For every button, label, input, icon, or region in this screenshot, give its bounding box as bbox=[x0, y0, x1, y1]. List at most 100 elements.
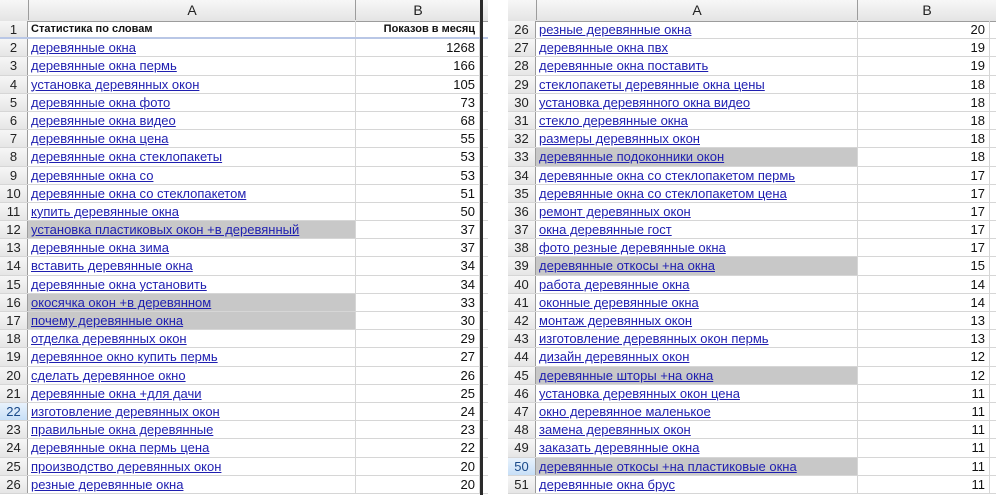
keyword-link[interactable]: деревянные окна со стеклопакетом bbox=[31, 186, 246, 201]
row-number[interactable]: 49 bbox=[508, 439, 536, 457]
keyword-cell[interactable]: оконные деревянные окна bbox=[536, 293, 858, 311]
keyword-link[interactable]: деревянные окна зима bbox=[31, 240, 169, 255]
keyword-link[interactable]: размеры деревянных окон bbox=[539, 131, 700, 146]
keyword-cell[interactable]: окно деревянное маленькое bbox=[536, 402, 858, 421]
impressions-cell[interactable]: 14 bbox=[858, 293, 990, 311]
row-number[interactable]: 35 bbox=[508, 184, 536, 202]
impressions-cell[interactable]: 18 bbox=[858, 148, 990, 166]
keyword-link[interactable]: деревянные шторы +на окна bbox=[539, 368, 713, 383]
keyword-cell[interactable]: правильные окна деревянные bbox=[28, 421, 356, 439]
impressions-cell[interactable]: 19 bbox=[858, 57, 990, 75]
keyword-link[interactable]: окна деревянные гост bbox=[539, 222, 672, 237]
impressions-cell[interactable]: 17 bbox=[858, 202, 990, 221]
keyword-link[interactable]: резные деревянные окна bbox=[539, 22, 691, 37]
keyword-link[interactable]: изготовление деревянных окон пермь bbox=[539, 331, 769, 346]
row-number[interactable]: 17 bbox=[0, 312, 28, 330]
impressions-cell[interactable]: 27 bbox=[356, 348, 480, 366]
keyword-link[interactable]: ремонт деревянных окон bbox=[539, 204, 691, 219]
row-number[interactable]: 27 bbox=[508, 39, 536, 57]
keyword-cell[interactable]: замена деревянных окон bbox=[536, 421, 858, 439]
keyword-link[interactable]: замена деревянных окон bbox=[539, 422, 691, 437]
keyword-cell[interactable]: деревянные окна пермь цена bbox=[28, 439, 356, 457]
keyword-link[interactable]: деревянные окна фото bbox=[31, 95, 170, 110]
impressions-cell[interactable]: 22 bbox=[356, 439, 480, 457]
row-number[interactable]: 36 bbox=[508, 202, 536, 221]
row-number[interactable]: 38 bbox=[508, 239, 536, 257]
select-all-corner[interactable] bbox=[508, 0, 537, 20]
keyword-cell[interactable]: резные деревянные окна bbox=[536, 21, 858, 39]
impressions-cell[interactable]: 55 bbox=[356, 130, 480, 148]
keyword-cell[interactable]: монтаж деревянных окон bbox=[536, 312, 858, 330]
row-number[interactable]: 37 bbox=[508, 221, 536, 239]
keyword-cell[interactable]: производство деревянных окон bbox=[28, 457, 356, 475]
keyword-cell[interactable]: деревянные окна пвх bbox=[536, 39, 858, 57]
keyword-cell[interactable]: отделка деревянных окон bbox=[28, 330, 356, 348]
keyword-cell[interactable]: купить деревянные окна bbox=[28, 202, 356, 221]
row-number[interactable]: 10 bbox=[0, 184, 28, 202]
keyword-cell[interactable]: сделать деревянное окно bbox=[28, 366, 356, 384]
row-number[interactable]: 16 bbox=[0, 293, 28, 311]
keyword-cell[interactable]: резные деревянные окна bbox=[28, 475, 356, 493]
keyword-link[interactable]: оконные деревянные окна bbox=[539, 295, 699, 310]
impressions-cell[interactable]: 17 bbox=[858, 166, 990, 184]
keyword-link[interactable]: деревянные окна со стеклопакетом пермь bbox=[539, 168, 795, 183]
keyword-cell[interactable]: установка пластиковых окон +в деревянный bbox=[28, 221, 356, 239]
row-number[interactable]: 9 bbox=[0, 166, 28, 184]
keyword-cell[interactable]: деревянные окна зима bbox=[28, 239, 356, 257]
row-number[interactable]: 47 bbox=[508, 402, 536, 421]
keyword-link[interactable]: деревянные окна цена bbox=[31, 131, 169, 146]
row-number[interactable]: 33 bbox=[508, 148, 536, 166]
keyword-link[interactable]: производство деревянных окон bbox=[31, 459, 221, 474]
impressions-cell[interactable]: 17 bbox=[858, 221, 990, 239]
keyword-cell[interactable]: деревянные окна цена bbox=[28, 130, 356, 148]
impressions-cell[interactable]: 34 bbox=[356, 257, 480, 275]
impressions-cell[interactable]: 50 bbox=[356, 202, 480, 221]
keyword-cell[interactable]: деревянные окна поставить bbox=[536, 57, 858, 75]
keyword-link[interactable]: деревянные окна брус bbox=[539, 477, 675, 492]
keyword-link[interactable]: деревянные окна стеклопакеты bbox=[31, 149, 222, 164]
keyword-link[interactable]: деревянные окна поставить bbox=[539, 58, 708, 73]
row-number[interactable]: 48 bbox=[508, 421, 536, 439]
keyword-cell[interactable]: деревянные подоконники окон bbox=[536, 148, 858, 166]
impressions-cell[interactable]: 11 bbox=[858, 475, 990, 493]
keyword-link[interactable]: установка деревянных окон bbox=[31, 77, 199, 92]
keyword-cell[interactable]: ремонт деревянных окон bbox=[536, 202, 858, 221]
keyword-link[interactable]: деревянные окна видео bbox=[31, 113, 176, 128]
keyword-link[interactable]: монтаж деревянных окон bbox=[539, 313, 692, 328]
impressions-cell[interactable]: 11 bbox=[858, 439, 990, 457]
header-cell-keywords[interactable]: Статистика по словам bbox=[28, 21, 356, 38]
row-number[interactable]: 20 bbox=[0, 366, 28, 384]
column-header-b[interactable]: B bbox=[356, 0, 481, 20]
row-number[interactable]: 40 bbox=[508, 275, 536, 293]
keyword-cell[interactable]: деревянные окна видео bbox=[28, 111, 356, 130]
keyword-cell[interactable]: изготовление деревянных окон bbox=[28, 402, 356, 421]
row-number[interactable]: 14 bbox=[0, 257, 28, 275]
keyword-link[interactable]: сделать деревянное окно bbox=[31, 368, 186, 383]
keyword-link[interactable]: правильные окна деревянные bbox=[31, 422, 213, 437]
impressions-cell[interactable]: 24 bbox=[356, 402, 480, 421]
keyword-link[interactable]: установка пластиковых окон +в деревянный bbox=[31, 222, 299, 237]
keyword-cell[interactable]: деревянные откосы +на окна bbox=[536, 257, 858, 275]
impressions-cell[interactable]: 11 bbox=[858, 457, 990, 475]
impressions-cell[interactable]: 34 bbox=[356, 275, 480, 293]
impressions-cell[interactable]: 12 bbox=[858, 348, 990, 366]
keyword-link[interactable]: почему деревянные окна bbox=[31, 313, 183, 328]
keyword-link[interactable]: окно деревянное маленькое bbox=[539, 404, 711, 419]
keyword-cell[interactable]: установка деревянных окон цена bbox=[536, 384, 858, 402]
keyword-cell[interactable]: стекло деревянные окна bbox=[536, 111, 858, 130]
row-number[interactable]: 41 bbox=[508, 293, 536, 311]
impressions-cell[interactable]: 19 bbox=[858, 39, 990, 57]
keyword-cell[interactable]: окосячка окон +в деревянном bbox=[28, 293, 356, 311]
row-number[interactable]: 11 bbox=[0, 202, 28, 221]
column-header-a[interactable]: A bbox=[537, 0, 858, 20]
keyword-link[interactable]: работа деревянные окна bbox=[539, 277, 689, 292]
keyword-link[interactable]: купить деревянные окна bbox=[31, 204, 179, 219]
impressions-cell[interactable]: 17 bbox=[858, 239, 990, 257]
impressions-cell[interactable]: 53 bbox=[356, 166, 480, 184]
keyword-link[interactable]: установка деревянного окна видео bbox=[539, 95, 750, 110]
impressions-cell[interactable]: 17 bbox=[858, 184, 990, 202]
impressions-cell[interactable]: 30 bbox=[356, 312, 480, 330]
impressions-cell[interactable]: 20 bbox=[356, 457, 480, 475]
impressions-cell[interactable]: 15 bbox=[858, 257, 990, 275]
keyword-link[interactable]: стекло деревянные окна bbox=[539, 113, 688, 128]
